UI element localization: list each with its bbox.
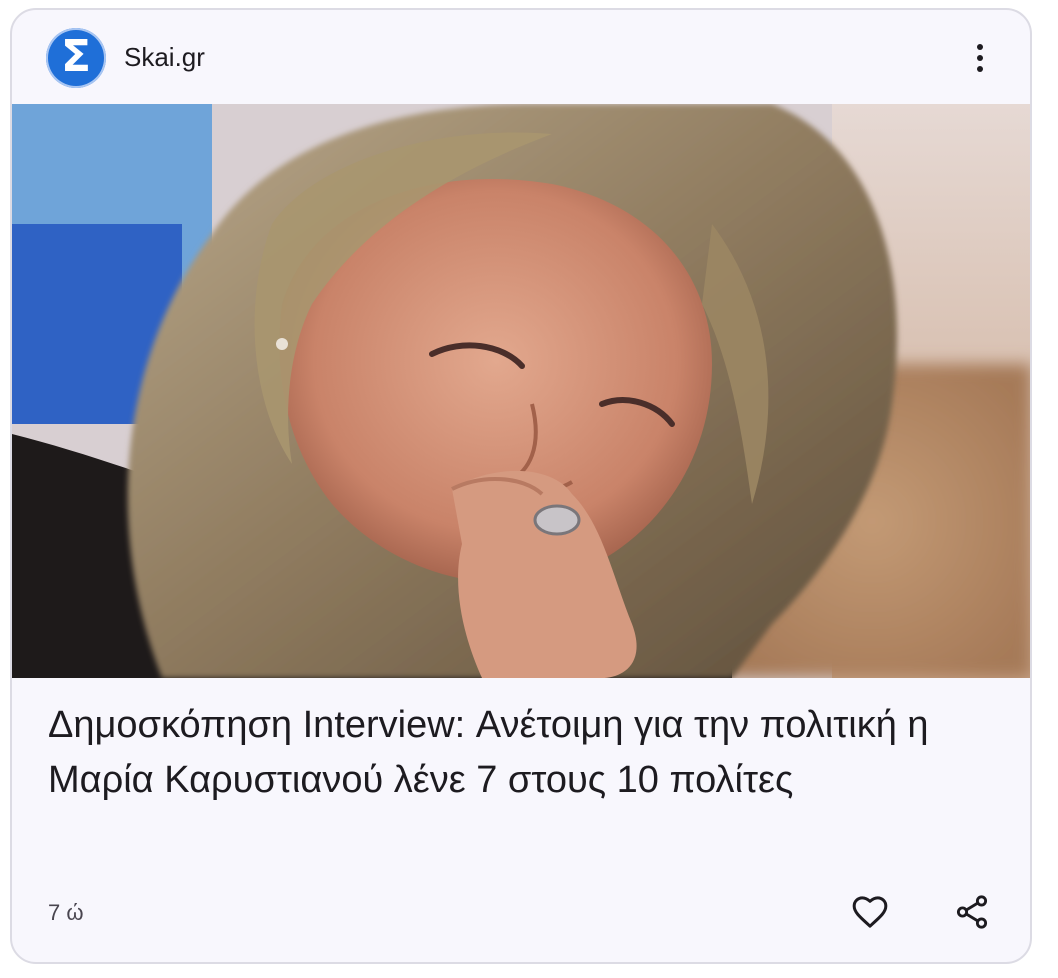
card-header: Σ Skai.gr	[12, 10, 1030, 104]
share-icon	[956, 895, 988, 929]
card-footer: 7 ώ	[12, 882, 1030, 962]
source-logo: Σ	[46, 28, 106, 88]
sigma-logo-glyph: Σ	[60, 31, 92, 82]
more-vert-icon-dot	[977, 44, 983, 50]
share-button[interactable]	[948, 888, 996, 936]
article-photo	[12, 104, 1030, 678]
heart-outline-icon	[852, 896, 888, 928]
more-vert-icon-dot	[977, 55, 983, 61]
like-button[interactable]	[846, 888, 894, 936]
news-card[interactable]: Σ Skai.gr Δημοσκόπηση Interview: Ανέτοιμ…	[10, 8, 1032, 964]
more-vert-icon-dot	[977, 66, 983, 72]
more-options-button[interactable]	[966, 40, 994, 76]
article-age: 7 ώ	[48, 900, 84, 925]
article-headline[interactable]: Δημοσκόπηση Interview: Ανέτοιμη για την …	[48, 698, 988, 808]
article-image[interactable]	[12, 104, 1030, 678]
source-name[interactable]: Skai.gr	[124, 40, 205, 74]
